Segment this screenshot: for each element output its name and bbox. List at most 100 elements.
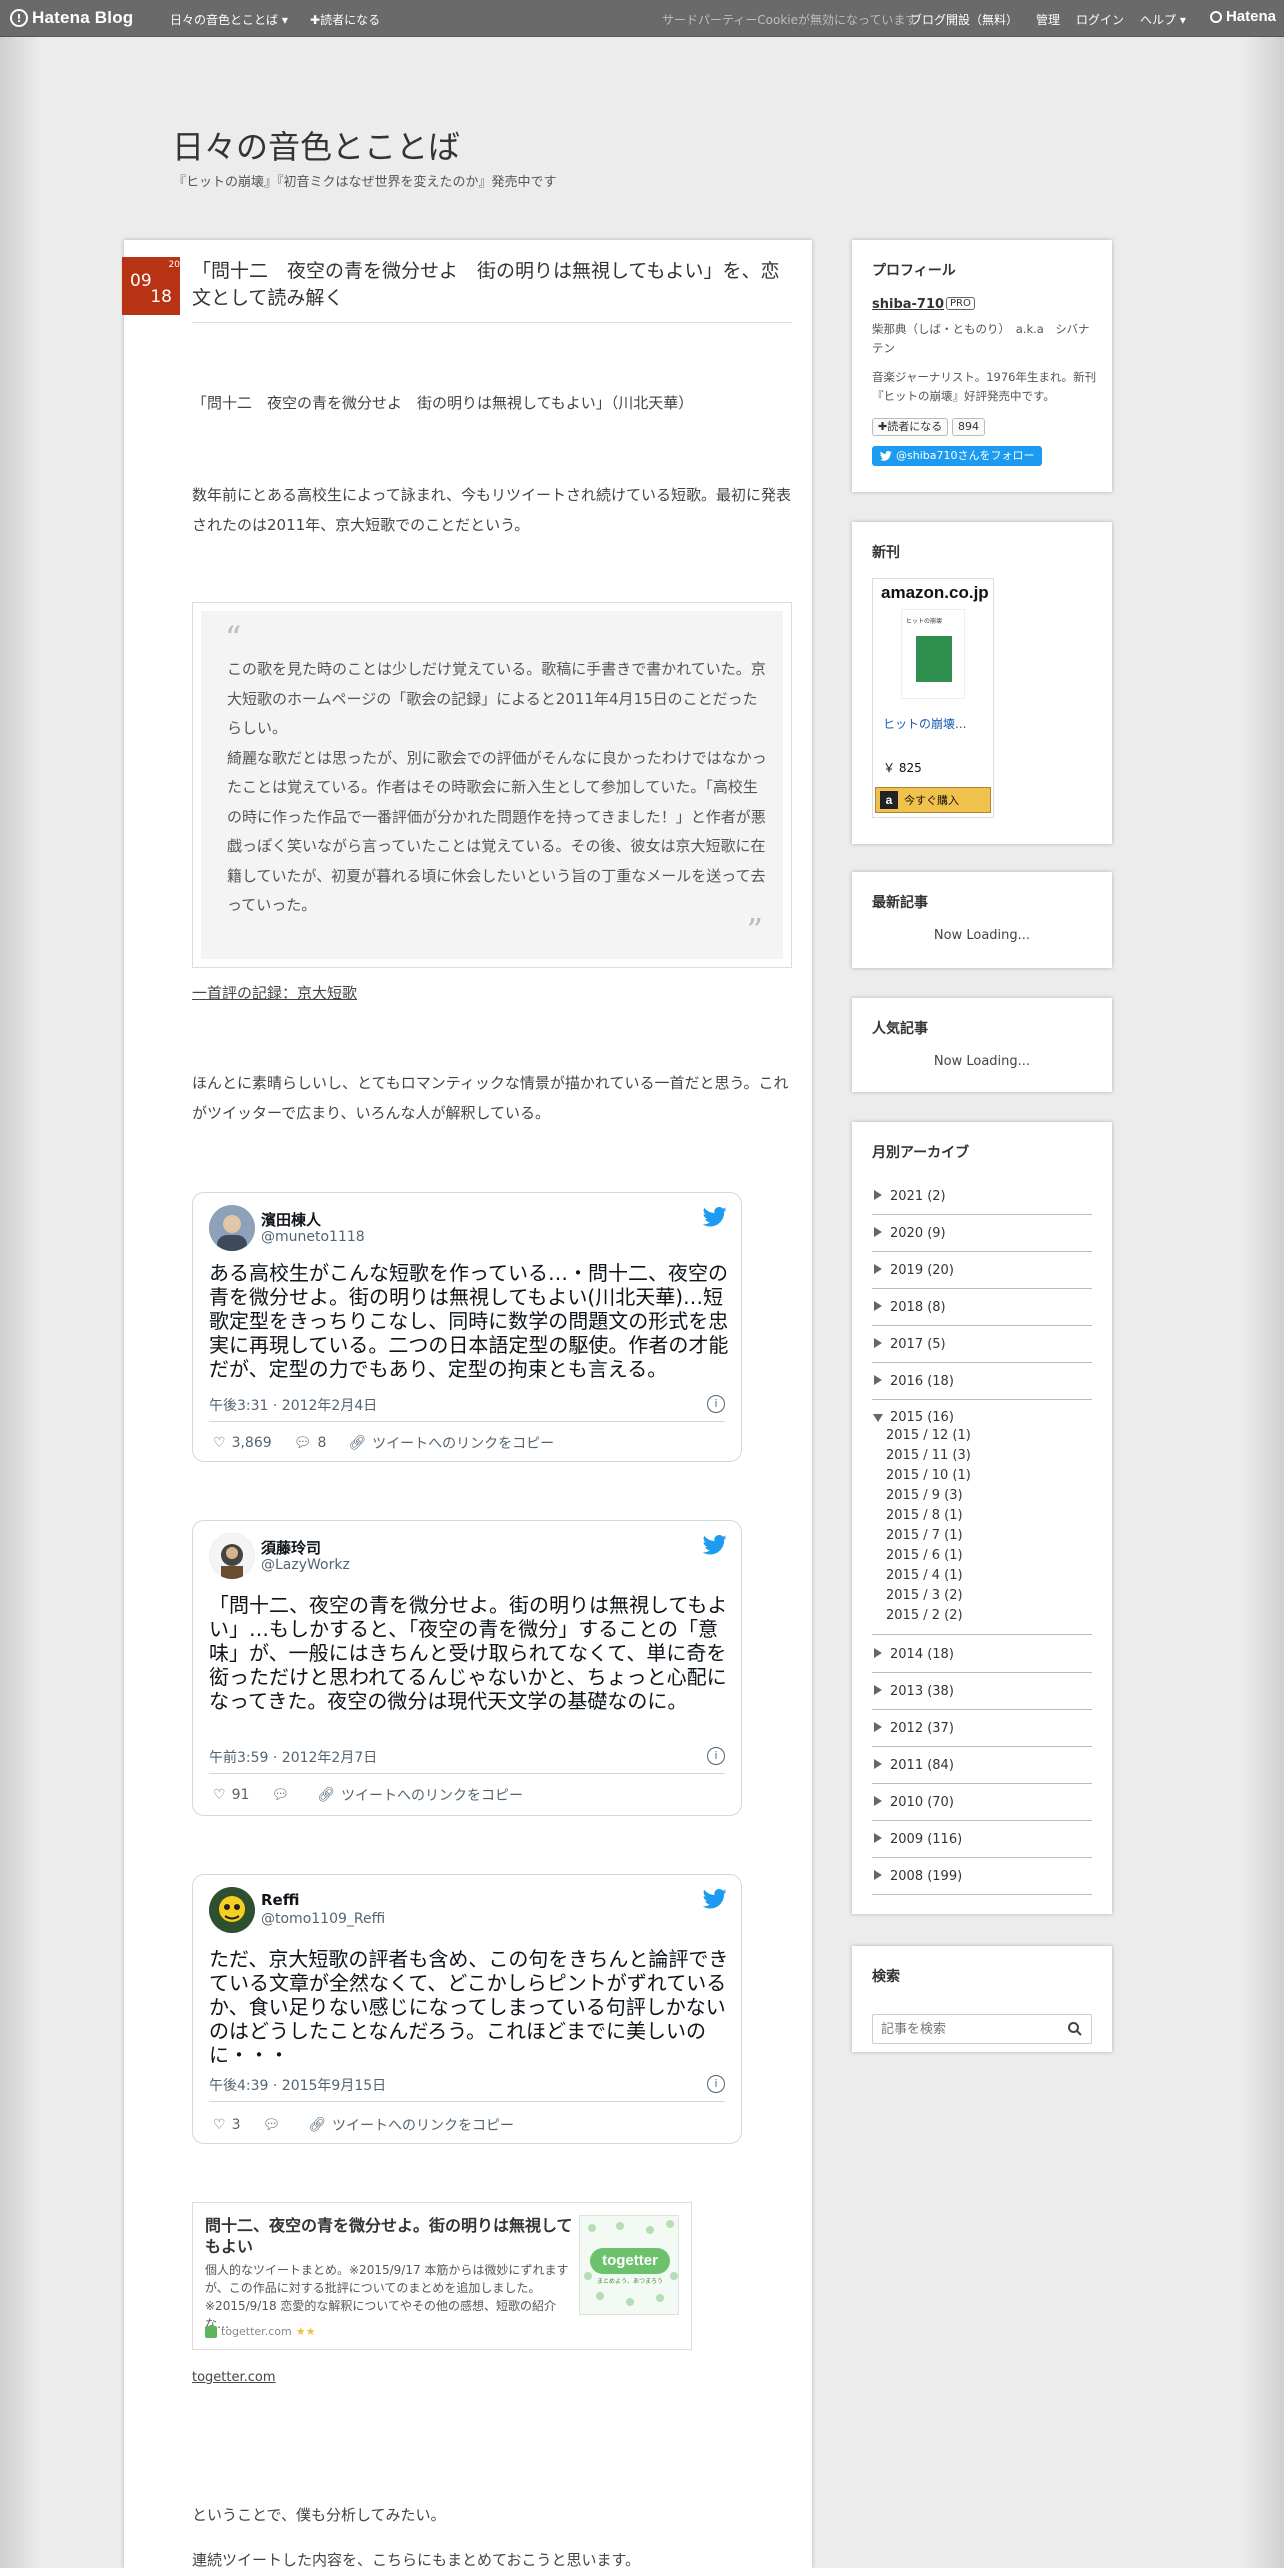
pro-badge: PRO	[946, 297, 975, 310]
archive-month-link[interactable]: 2015 / 9 (3)	[886, 1488, 963, 1503]
archive-month-link[interactable]: 2015 / 4 (1)	[886, 1568, 963, 1583]
triangle-right-icon	[874, 1722, 882, 1732]
info-icon[interactable]: i	[707, 2075, 725, 2093]
togetter-link[interactable]: togetter.com	[192, 2370, 276, 2385]
archive-year[interactable]: 2018 (8)	[872, 1289, 1092, 1326]
help-menu[interactable]: ヘルプ ▾	[1140, 11, 1186, 28]
triangle-right-icon	[874, 1301, 882, 1311]
archive-year[interactable]: 2010 (70)	[872, 1784, 1092, 1821]
archive-month-link[interactable]: 2015 / 10 (1)	[886, 1468, 971, 1483]
source-link[interactable]: 一首評の記録：京大短歌	[192, 982, 357, 1003]
heart-icon: ♡	[213, 2117, 226, 2133]
search-icon[interactable]	[1067, 2021, 1083, 2037]
archive-year[interactable]: 2013 (38)	[872, 1673, 1092, 1710]
archive-month-link[interactable]: 2015 / 3 (2)	[886, 1588, 963, 1603]
copy-link-button[interactable]: 🔗︎ ツイートへのリンクをコピー	[317, 1785, 523, 1805]
tweet-author-name[interactable]: 須藤玲司	[261, 1537, 321, 1558]
amazon-widget[interactable]: amazon.co.jp ヒットの崩壊 ヒットの崩壊... ￥ 825 a 今す…	[872, 578, 994, 818]
login-link[interactable]: ログイン	[1076, 11, 1124, 28]
open-blog-link[interactable]: ブログ開設（無料）	[910, 11, 1018, 28]
tweet-text: 「問十二、夜空の青を微分せよ。街の明りは無視してもよい」…もしかすると、「夜空の…	[209, 1593, 728, 1713]
admin-link[interactable]: 管理	[1036, 11, 1060, 28]
archive-year[interactable]: 2017 (5)	[872, 1326, 1092, 1363]
reply-button[interactable]: 💬︎	[271, 1787, 295, 1803]
avatar[interactable]	[209, 1887, 255, 1933]
like-button[interactable]: ♡ 91	[213, 1787, 249, 1803]
archive-month-link[interactable]: 2015 / 11 (3)	[886, 1448, 971, 1463]
archive-year[interactable]: 2021 (2)	[872, 1178, 1092, 1215]
avatar[interactable]	[209, 1205, 255, 1251]
archive-year[interactable]: 2016 (18)	[872, 1363, 1092, 1400]
tweet-card[interactable]: 濱田棟人 @muneto1118 ある高校生がこんな短歌を作っている…・問十二、…	[192, 1192, 742, 1462]
like-button[interactable]: ♡ 3,869	[213, 1435, 272, 1451]
tweet-author-handle[interactable]: @LazyWorkz	[261, 1557, 350, 1573]
archive-month-link[interactable]: 2015 / 6 (1)	[886, 1548, 963, 1563]
link-card-thumbnail[interactable]: togetter まとめよう、あつまろう	[579, 2215, 679, 2315]
tweet-card[interactable]: 須藤玲司 @LazyWorkz 「問十二、夜空の青を微分せよ。街の明りは無視して…	[192, 1520, 742, 1816]
search-input[interactable]	[873, 2015, 1053, 2043]
archive-month-link[interactable]: 2015 / 7 (1)	[886, 1528, 963, 1543]
twitter-bird-icon[interactable]	[703, 1889, 727, 1909]
tweet-author-handle[interactable]: @muneto1118	[261, 1229, 365, 1245]
copy-link-button[interactable]: 🔗︎ ツイートへのリンクをコピー	[308, 2115, 514, 2135]
archive-year[interactable]: 2019 (20)	[872, 1252, 1092, 1289]
info-icon[interactable]: i	[707, 1395, 725, 1413]
blog-menu[interactable]: 日々の音色とことば ▾	[170, 11, 288, 28]
reply-button[interactable]: 💬︎ 8	[294, 1435, 327, 1451]
archive-year[interactable]: 2009 (116)	[872, 1821, 1092, 1858]
copy-link-button[interactable]: 🔗︎ ツイートへのリンクをコピー	[348, 1433, 554, 1453]
archive-month-link[interactable]: 2015 / 2 (2)	[886, 1608, 963, 1623]
book-cover-image[interactable]: ヒットの崩壊	[901, 609, 965, 699]
hatena-home-link[interactable]: Hatena	[1209, 8, 1276, 25]
archive-year[interactable]: 2012 (37)	[872, 1710, 1092, 1747]
archive-year[interactable]: 2014 (18)	[872, 1636, 1092, 1673]
archive-year[interactable]: 2011 (84)	[872, 1747, 1092, 1784]
profile-id-link[interactable]: shiba-710	[872, 297, 944, 312]
subscribe-link[interactable]: ✚読者になる	[310, 11, 380, 28]
triangle-right-icon	[874, 1796, 882, 1806]
new-book-module: 新刊 amazon.co.jp ヒットの崩壊 ヒットの崩壊... ￥ 825 a…	[852, 522, 1112, 844]
archive-month-link[interactable]: 2015 / 12 (1)	[886, 1428, 971, 1443]
buy-now-button[interactable]: a 今すぐ購入	[875, 787, 991, 813]
hatena-blog-logo[interactable]: ! Hatena Blog	[10, 8, 133, 28]
tweet-timestamp[interactable]: 午後3:31 · 2012年2月4日	[209, 1395, 377, 1415]
entry-title[interactable]: 「問十二 夜空の青を微分せよ 街の明りは無視してもよい」を、恋文として読み解く	[192, 258, 792, 312]
link-card-description: 個人的なツイートまとめ。※2015/9/17 本筋からは微妙にずれますが、この作…	[205, 2263, 569, 2331]
archive-year[interactable]: 2008 (199)	[872, 1858, 1092, 1895]
profile-name: 柴那典（しば・とものり） a.k.a シバナテン	[872, 322, 1090, 355]
hatena-mark-icon	[1209, 10, 1222, 23]
plus-icon: ✚	[310, 13, 321, 27]
twitter-bird-icon[interactable]	[703, 1207, 727, 1227]
blog-title[interactable]: 日々の音色とことば	[172, 122, 460, 168]
tweet-author-name[interactable]: 濱田棟人	[261, 1209, 321, 1230]
avatar[interactable]	[209, 1533, 255, 1579]
archive-module: 月別アーカイブ 2015 (16) 2021 (2) 2020 (9) 2019 (…	[852, 1122, 1112, 1914]
tweet-author-handle[interactable]: @tomo1109_Reffi	[261, 1911, 385, 1927]
reply-button[interactable]: 💬︎	[262, 2117, 286, 2133]
twitter-follow-button[interactable]: @shiba710さんをフォロー	[872, 446, 1043, 466]
archive-year[interactable]: 2020 (9)	[872, 1215, 1092, 1252]
book-title-link[interactable]: ヒットの崩壊...	[883, 715, 966, 732]
cookie-notice[interactable]: サードパーティーCookieが無効になっています	[662, 11, 917, 28]
tweet-author-name[interactable]: Reffi	[261, 1891, 299, 1909]
link-card-title[interactable]: 問十二、夜空の青を微分せよ。街の明りは無視してもよい	[205, 2215, 575, 2257]
entry-paragraph-4: ということで、僕も分析してみたい。	[192, 2506, 446, 2524]
link-icon: 🔗︎	[348, 1435, 367, 1451]
like-button[interactable]: ♡ 3	[213, 2117, 240, 2133]
star-icon: ★★	[295, 2325, 316, 2338]
triangle-right-icon	[874, 1227, 882, 1237]
entry-date-badge[interactable]: 2015 09 18	[122, 257, 191, 315]
link-card[interactable]: 問十二、夜空の青を微分せよ。街の明りは無視してもよい 個人的なツイートまとめ。※…	[192, 2202, 692, 2350]
tweet-timestamp[interactable]: 午後4:39 · 2015年9月15日	[209, 2075, 386, 2095]
archive-month-link[interactable]: 2015 / 8 (1)	[886, 1508, 963, 1523]
subscriber-count[interactable]: 894	[952, 418, 985, 436]
tweet-card[interactable]: Reffi @tomo1109_Reffi ただ、京大短歌の評者も含め、この句を…	[192, 1874, 742, 2144]
tweet-divider	[209, 1773, 725, 1774]
info-icon[interactable]: i	[707, 1747, 725, 1765]
reply-icon: 💬︎	[262, 2117, 281, 2133]
triangle-right-icon	[874, 1648, 882, 1658]
twitter-bird-icon[interactable]	[703, 1535, 727, 1555]
profile-bio: 音楽ジャーナリスト。1976年生まれ。新刊『ヒットの崩壊』好評発売中です。	[872, 370, 1097, 403]
tweet-timestamp[interactable]: 午前3:59 · 2012年2月7日	[209, 1747, 377, 1767]
subscribe-button[interactable]: ✚読者になる	[872, 418, 949, 436]
